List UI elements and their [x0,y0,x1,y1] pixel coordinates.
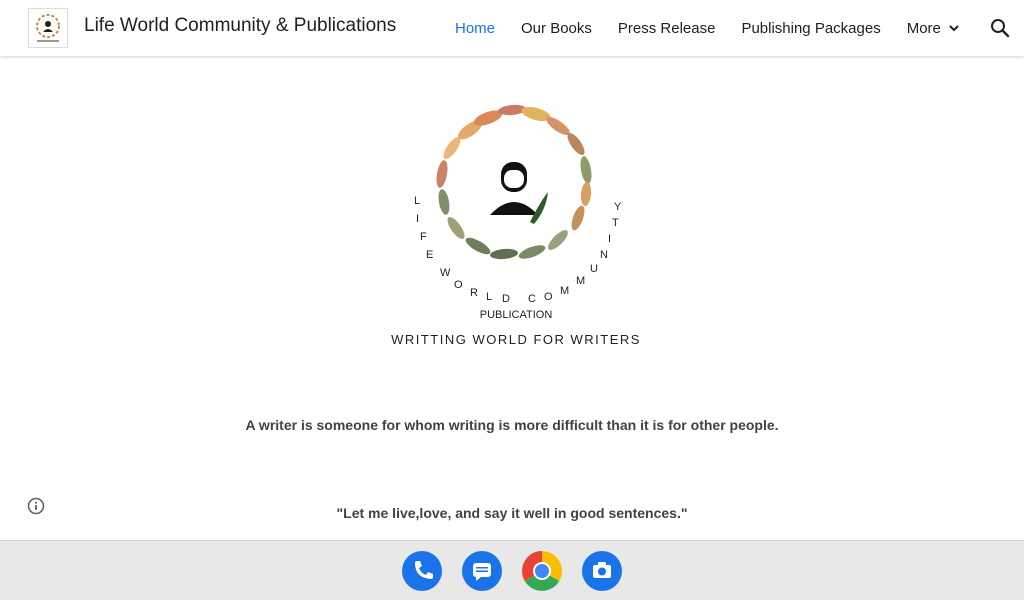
logo-subtitle: PUBLICATION [480,309,553,321]
chevron-down-icon [949,25,959,32]
logo-tagline: WRITTING WORLD FOR WRITERS [391,332,641,347]
quote-text-2: "Let me live,love, and say it well in go… [336,505,688,521]
camera-icon[interactable] [582,551,622,591]
nav-more-label: More [906,19,941,37]
svg-text:L: L [486,291,492,303]
writer-figure-icon [490,162,548,224]
svg-text:D: D [502,293,510,305]
svg-text:C: C [528,293,536,305]
nav-publishing-packages[interactable]: Publishing Packages [741,20,880,37]
svg-text:O: O [544,291,553,303]
svg-text:L: L [414,195,420,207]
svg-text:N: N [600,249,608,261]
site-logo-icon[interactable] [28,8,68,48]
svg-text:F: F [420,231,427,243]
svg-text:U: U [590,263,598,275]
quote-text: A writer is someone for whom writing is … [245,417,779,433]
svg-text:I: I [608,233,611,245]
svg-text:W: W [440,267,451,279]
nav-our-books[interactable]: Our Books [521,20,592,37]
app-dock [0,540,1024,600]
svg-text:M: M [576,275,585,287]
svg-text:O: O [454,279,463,291]
info-icon[interactable] [26,496,46,516]
nav-press-release[interactable]: Press Release [618,20,716,37]
nav-home[interactable]: Home [455,20,495,37]
publication-logo: L I F E W O R L D C O M M U N I T Y PUBL… [391,104,641,347]
svg-text:Y: Y [614,201,622,213]
svg-text:M: M [560,285,569,297]
messages-icon[interactable] [462,551,502,591]
main-nav: Home Our Books Press Release Publishing … [455,0,987,56]
svg-text:E: E [426,249,433,261]
svg-text:T: T [612,217,619,229]
svg-text:R: R [470,287,478,299]
site-title[interactable]: Life World Community & Publications [84,15,396,37]
site-header: Life World Community & Publications Home… [0,0,1024,56]
svg-text:I: I [416,213,419,225]
phone-icon[interactable] [402,551,442,591]
search-icon[interactable] [988,16,1012,40]
nav-more[interactable]: More [907,20,961,37]
chrome-icon[interactable] [522,551,562,591]
